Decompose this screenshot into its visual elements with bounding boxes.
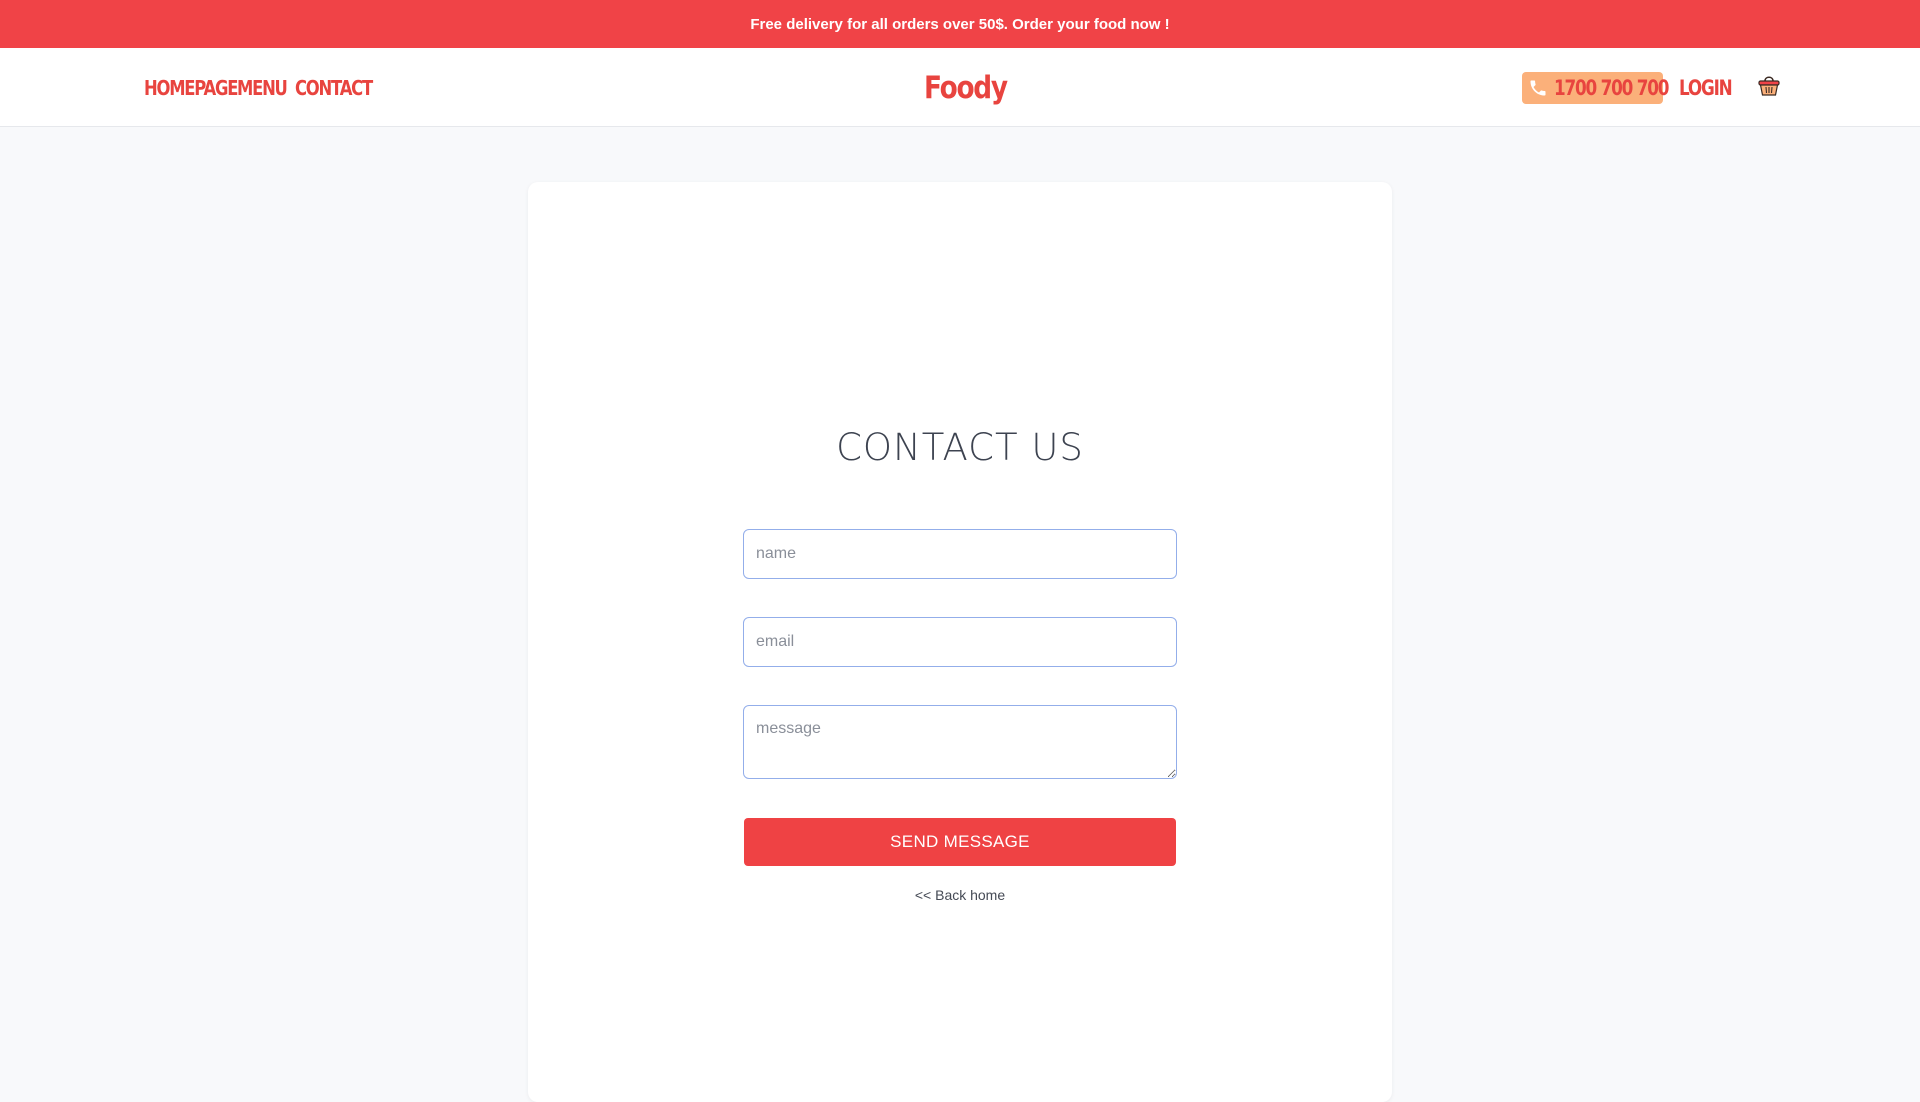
- name-input[interactable]: [743, 529, 1177, 579]
- phone-badge[interactable]: 1700 700 700: [1522, 71, 1669, 104]
- nav-link-contact[interactable]: CONTACT: [295, 76, 373, 100]
- message-textarea[interactable]: [743, 705, 1177, 779]
- send-message-button[interactable]: SEND MESSAGE: [744, 818, 1176, 866]
- login-link[interactable]: LOGIN: [1679, 76, 1733, 100]
- phone-icon: [1528, 77, 1548, 99]
- nav-link-menu[interactable]: MENU: [237, 76, 288, 100]
- nav-link-homepage[interactable]: HOMEPAGE: [144, 76, 238, 100]
- page-title: CONTACT US: [836, 426, 1084, 469]
- promo-text: Free delivery for all orders over 50$. O…: [750, 15, 1170, 33]
- main-nav: HOMEPAGE MENU CONTACT: [144, 48, 373, 127]
- promo-banner: Free delivery for all orders over 50$. O…: [0, 0, 1920, 48]
- cart-button[interactable]: [1755, 72, 1783, 104]
- site-logo[interactable]: Foody: [924, 48, 1008, 127]
- contact-card: CONTACT US SEND MESSAGE << Back home: [528, 182, 1392, 1102]
- phone-number: 1700 700 700: [1554, 75, 1669, 100]
- top-navbar: HOMEPAGE MENU CONTACT Foody 1700 700 700…: [0, 48, 1920, 127]
- basket-icon: [1757, 72, 1781, 103]
- back-home-link[interactable]: << Back home: [528, 887, 1392, 903]
- email-input[interactable]: [743, 617, 1177, 667]
- nav-actions: 1700 700 700 LOGIN: [1522, 48, 1783, 127]
